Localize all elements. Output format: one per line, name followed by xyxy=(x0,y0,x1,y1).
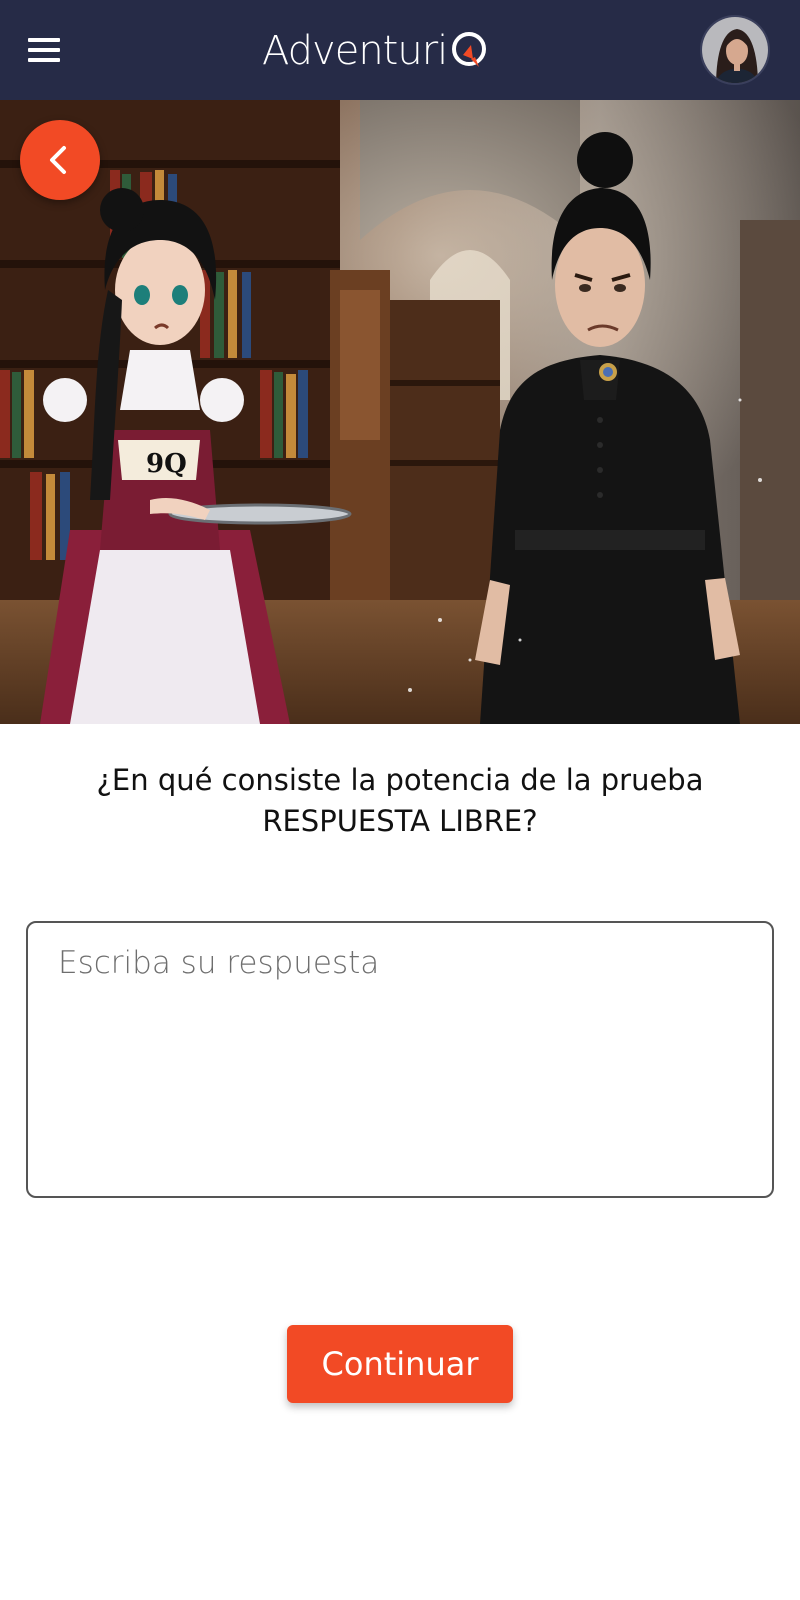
question-line-1: ¿En qué consiste la potencia de la prueb… xyxy=(96,763,704,797)
user-avatar-icon xyxy=(702,17,768,83)
answer-field[interactable] xyxy=(26,921,774,1198)
question-text: ¿En qué consiste la potencia de la prueb… xyxy=(40,760,760,842)
avatar[interactable] xyxy=(700,15,770,85)
continue-button[interactable]: Continuar xyxy=(287,1325,513,1403)
top-bar: Adventuri xyxy=(0,0,800,100)
logo-text: Adventuri xyxy=(262,28,448,74)
apron-badge: 9Q xyxy=(146,449,187,479)
app-logo: Adventuri xyxy=(262,22,493,80)
hamburger-menu-icon[interactable] xyxy=(28,34,72,66)
question-line-2: RESPUESTA LIBRE? xyxy=(262,804,538,838)
back-button[interactable] xyxy=(20,120,100,200)
logo-mark-icon xyxy=(452,32,487,67)
chevron-left-icon xyxy=(50,146,66,174)
hero-illustration: 9Q xyxy=(0,100,800,724)
library-scene-image: 9Q xyxy=(0,100,800,724)
